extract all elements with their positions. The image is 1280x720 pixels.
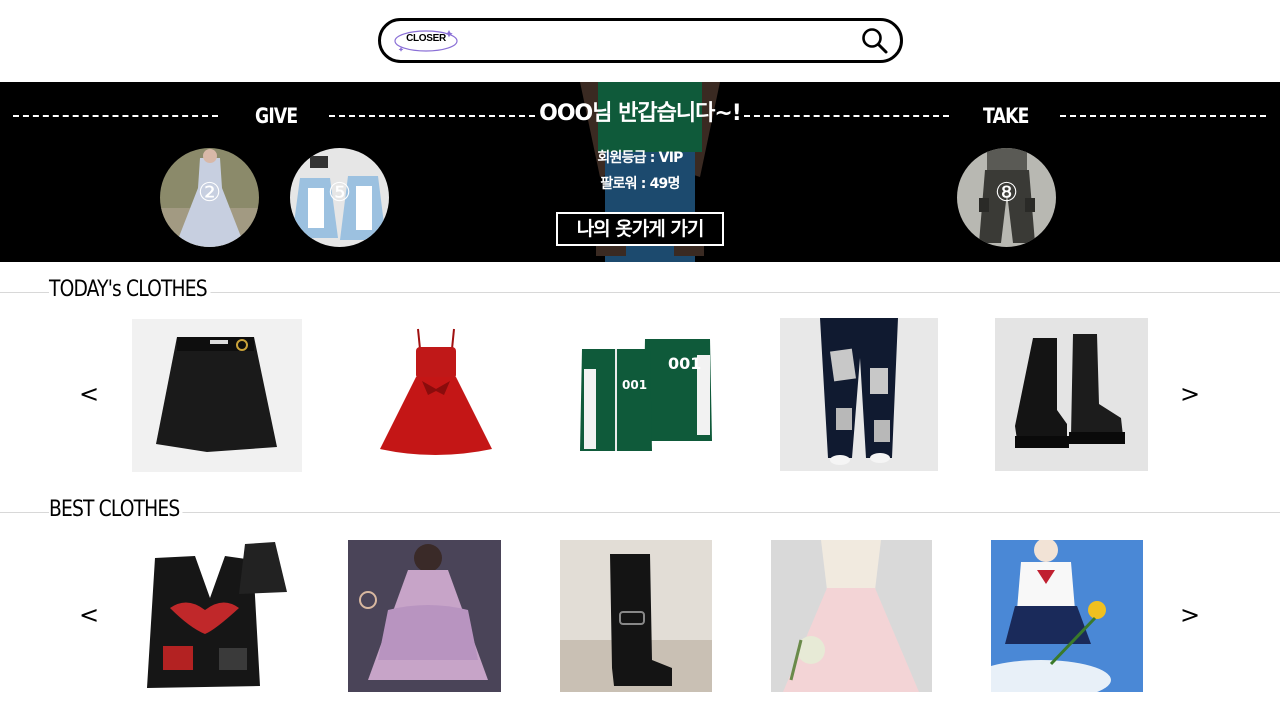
give-label: GIVE bbox=[255, 104, 298, 128]
product-green-tracksuit[interactable]: 001 001 bbox=[570, 319, 720, 469]
today-next-arrow[interactable]: > bbox=[1178, 380, 1202, 408]
member-banner: GIVE OOO님 반갑습니다~! TAKE 회원등급 : VIP 팔로워 : … bbox=[0, 82, 1280, 262]
closer-logo[interactable]: CLOSER bbox=[393, 29, 459, 53]
search-bar: CLOSER bbox=[378, 18, 903, 63]
search-input[interactable] bbox=[471, 27, 841, 54]
today-prev-arrow[interactable]: < bbox=[77, 380, 101, 408]
logo-text: CLOSER bbox=[406, 33, 446, 44]
give-badge: ② bbox=[197, 178, 222, 208]
take-item-cargo-pants[interactable]: ⑧ bbox=[957, 148, 1056, 247]
product-black-boots[interactable] bbox=[995, 318, 1148, 471]
follower-count: 팔로워 : 49명 bbox=[600, 176, 680, 192]
jacket-number-small: 001 bbox=[622, 378, 647, 392]
best-section-title: BEST CLOTHES bbox=[49, 497, 183, 522]
product-black-skirt[interactable] bbox=[132, 319, 302, 472]
today-section-title: TODAY's CLOTHES bbox=[49, 277, 211, 302]
product-hanbok[interactable] bbox=[771, 540, 932, 692]
greeting-text: OOO님 반갑습니다~! bbox=[539, 101, 742, 126]
dashed-line bbox=[329, 115, 535, 117]
member-grade: 회원등급 : VIP bbox=[597, 150, 683, 166]
give-badge: ⑤ bbox=[327, 178, 352, 208]
product-knee-high-boots[interactable] bbox=[560, 540, 712, 692]
give-item-dress[interactable]: ② bbox=[160, 148, 259, 247]
jacket-number: 001 bbox=[668, 354, 701, 373]
product-leather-vest[interactable] bbox=[135, 538, 290, 691]
give-item-maid-outfit[interactable]: ⑤ bbox=[290, 148, 389, 247]
dashed-line bbox=[13, 115, 218, 117]
best-prev-arrow[interactable]: < bbox=[77, 601, 101, 629]
section-divider bbox=[0, 512, 1280, 513]
my-store-button[interactable]: 나의 옷가게 가기 bbox=[556, 212, 724, 246]
dashed-line bbox=[1060, 115, 1266, 117]
product-sailor-uniform[interactable] bbox=[991, 540, 1143, 692]
product-pink-lolita-dress[interactable] bbox=[348, 540, 501, 692]
best-next-arrow[interactable]: > bbox=[1178, 601, 1202, 629]
search-icon[interactable] bbox=[860, 26, 890, 56]
dashed-line bbox=[744, 115, 949, 117]
product-red-dress[interactable] bbox=[360, 319, 510, 469]
product-patched-jeans[interactable] bbox=[780, 318, 938, 471]
take-label: TAKE bbox=[983, 104, 1029, 128]
take-badge: ⑧ bbox=[994, 178, 1019, 208]
